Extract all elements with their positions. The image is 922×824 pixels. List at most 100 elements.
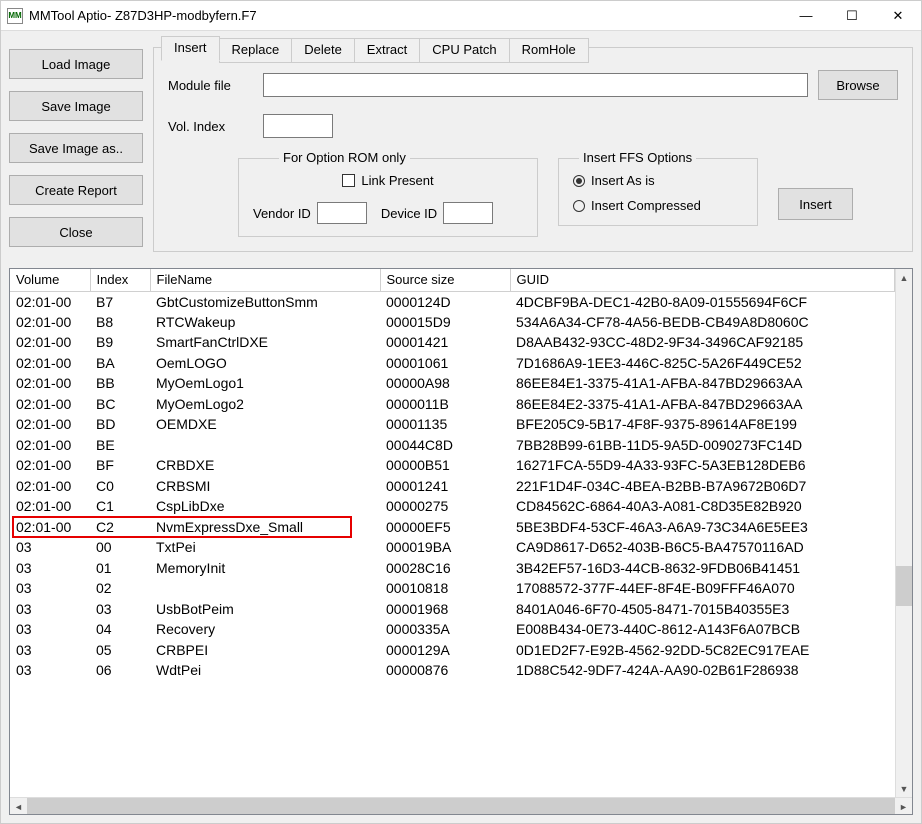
table-row[interactable]: 02:01-00C2NvmExpressDxe_Small00000EF55BE… [10, 517, 895, 538]
maximize-button[interactable]: ☐ [829, 1, 875, 31]
cell-source: 0000335A [380, 619, 510, 640]
load-image-button[interactable]: Load Image [9, 49, 143, 79]
cell-source: 000019BA [380, 537, 510, 558]
cell-index: 06 [90, 660, 150, 681]
scroll-down-button[interactable]: ▼ [896, 780, 912, 797]
scroll-up-button[interactable]: ▲ [896, 269, 912, 286]
cell-index: 01 [90, 558, 150, 579]
table-row[interactable]: 02:01-00BE00044C8D7BB28B99-61BB-11D5-9A5… [10, 435, 895, 456]
col-header-guid[interactable]: GUID [510, 269, 895, 291]
table-row[interactable]: 02:01-00BBMyOemLogo100000A9886EE84E1-337… [10, 373, 895, 394]
col-header-filename[interactable]: FileName [150, 269, 380, 291]
cell-guid: 3B42EF57-16D3-44CB-8632-9FDB06B41451 [510, 558, 895, 579]
cell-source: 00000275 [380, 496, 510, 517]
vscroll-thumb[interactable] [896, 566, 912, 606]
table-row[interactable]: 02:01-00BCMyOemLogo20000011B86EE84E2-337… [10, 394, 895, 415]
insert-as-is-radio[interactable] [573, 175, 585, 187]
cell-filename: MyOemLogo2 [150, 394, 380, 415]
table-row[interactable]: 0306WdtPei000008761D88C542-9DF7-424A-AA9… [10, 660, 895, 681]
cell-guid: 86EE84E2-3375-41A1-AFBA-847BD29663AA [510, 394, 895, 415]
vertical-scrollbar[interactable]: ▲ ▼ [895, 269, 912, 797]
tab-extract[interactable]: Extract [354, 38, 420, 63]
table-row[interactable]: 0302 0001081817088572-377F-44EF-8F4E-B09F… [10, 578, 895, 599]
scroll-right-button[interactable]: ► [895, 798, 912, 815]
cell-index: BC [90, 394, 150, 415]
cell-index: 02 [90, 578, 150, 599]
table-row[interactable]: 0300TxtPei000019BACA9D8617-D652-403B-B6C… [10, 537, 895, 558]
option-rom-fieldset: For Option ROM only Link Present Vendor … [238, 158, 538, 237]
cell-source: 00000B51 [380, 455, 510, 476]
scroll-left-button[interactable]: ◄ [10, 798, 27, 815]
cell-source: 00010818 [380, 578, 510, 599]
cell-guid: 221F1D4F-034C-4BEA-B2BB-B7A9672B06D7 [510, 476, 895, 497]
cell-volume: 03 [10, 558, 90, 579]
cell-index: BA [90, 353, 150, 374]
insert-compressed-radio[interactable] [573, 200, 585, 212]
cell-index: B8 [90, 312, 150, 333]
table-row[interactable]: 02:01-00B9SmartFanCtrlDXE00001421D8AAB43… [10, 332, 895, 353]
table-row[interactable]: 02:01-00B7GbtCustomizeButtonSmm0000124D4… [10, 291, 895, 312]
table-row[interactable]: 0303UsbBotPeim000019688401A046-6F70-4505… [10, 599, 895, 620]
tab-delete[interactable]: Delete [291, 38, 355, 63]
cell-volume: 02:01-00 [10, 332, 90, 353]
cell-volume: 02:01-00 [10, 373, 90, 394]
tab-insert[interactable]: Insert [161, 36, 220, 61]
cell-guid: 8401A046-6F70-4505-8471-7015B40355E3 [510, 599, 895, 620]
close-window-button[interactable]: ✕ [875, 1, 921, 31]
horizontal-scrollbar[interactable]: ◄ ► [10, 797, 912, 814]
cell-source: 00001968 [380, 599, 510, 620]
cell-source: 0000011B [380, 394, 510, 415]
cell-filename: OemLOGO [150, 353, 380, 374]
table-row[interactable]: 02:01-00B8RTCWakeup000015D9534A6A34-CF78… [10, 312, 895, 333]
cell-filename: SmartFanCtrlDXE [150, 332, 380, 353]
close-button[interactable]: Close [9, 217, 143, 247]
device-id-input[interactable] [443, 202, 493, 224]
table-row[interactable]: 0304Recovery0000335AE008B434-0E73-440C-8… [10, 619, 895, 640]
vendor-id-input[interactable] [317, 202, 367, 224]
tab-replace[interactable]: Replace [219, 38, 293, 63]
device-id-label: Device ID [381, 206, 437, 221]
cell-guid: 1D88C542-9DF7-424A-AA90-02B61F286938 [510, 660, 895, 681]
col-header-volume[interactable]: Volume [10, 269, 90, 291]
table-row[interactable]: 02:01-00BAOemLOGO000010617D1686A9-1EE3-4… [10, 353, 895, 374]
module-file-label: Module file [168, 78, 253, 93]
cell-source: 0000124D [380, 291, 510, 312]
window-title: MMTool Aptio- Z87D3HP-modbyfern.F7 [29, 8, 783, 23]
save-image-as-button[interactable]: Save Image as.. [9, 133, 143, 163]
cell-index: 04 [90, 619, 150, 640]
table-row[interactable]: 02:01-00C1CspLibDxe00000275CD84562C-6864… [10, 496, 895, 517]
table-row[interactable]: 0305CRBPEI0000129A0D1ED2F7-E92B-4562-92D… [10, 640, 895, 661]
col-header-index[interactable]: Index [90, 269, 150, 291]
insert-as-is-label: Insert As is [591, 173, 655, 188]
col-header-source[interactable]: Source size [380, 269, 510, 291]
cell-filename: MyOemLogo1 [150, 373, 380, 394]
hscroll-thumb[interactable] [27, 798, 895, 814]
minimize-button[interactable]: — [783, 1, 829, 31]
cell-source: 00001061 [380, 353, 510, 374]
link-present-checkbox[interactable] [342, 174, 355, 187]
cell-guid: 17088572-377F-44EF-8F4E-B09FFF46A070 [510, 578, 895, 599]
module-file-input[interactable] [263, 73, 808, 97]
vendor-id-label: Vendor ID [253, 206, 311, 221]
cell-filename: OEMDXE [150, 414, 380, 435]
cell-guid: CD84562C-6864-40A3-A081-C8D35E82B920 [510, 496, 895, 517]
cell-index: C0 [90, 476, 150, 497]
table-row[interactable]: 02:01-00BDOEMDXE00001135BFE205C9-5B17-4F… [10, 414, 895, 435]
browse-button[interactable]: Browse [818, 70, 898, 100]
table-row[interactable]: 02:01-00BFCRBDXE00000B5116271FCA-55D9-4A… [10, 455, 895, 476]
create-report-button[interactable]: Create Report [9, 175, 143, 205]
cell-filename: RTCWakeup [150, 312, 380, 333]
tab-cpu-patch[interactable]: CPU Patch [419, 38, 509, 63]
content-area: Load Image Save Image Save Image as.. Cr… [1, 31, 921, 823]
cell-guid: 5BE3BDF4-53CF-46A3-A6A9-73C34A6E5EE3 [510, 517, 895, 538]
table-row[interactable]: 0301MemoryInit00028C163B42EF57-16D3-44CB… [10, 558, 895, 579]
cell-volume: 03 [10, 578, 90, 599]
vol-index-label: Vol. Index [168, 119, 253, 134]
cell-source: 00000EF5 [380, 517, 510, 538]
tab-frame: Insert Replace Delete Extract CPU Patch … [153, 47, 913, 252]
vol-index-input[interactable] [263, 114, 333, 138]
tab-rom-hole[interactable]: RomHole [509, 38, 589, 63]
save-image-button[interactable]: Save Image [9, 91, 143, 121]
table-row[interactable]: 02:01-00C0CRBSMI00001241221F1D4F-034C-4B… [10, 476, 895, 497]
insert-button[interactable]: Insert [778, 188, 853, 220]
